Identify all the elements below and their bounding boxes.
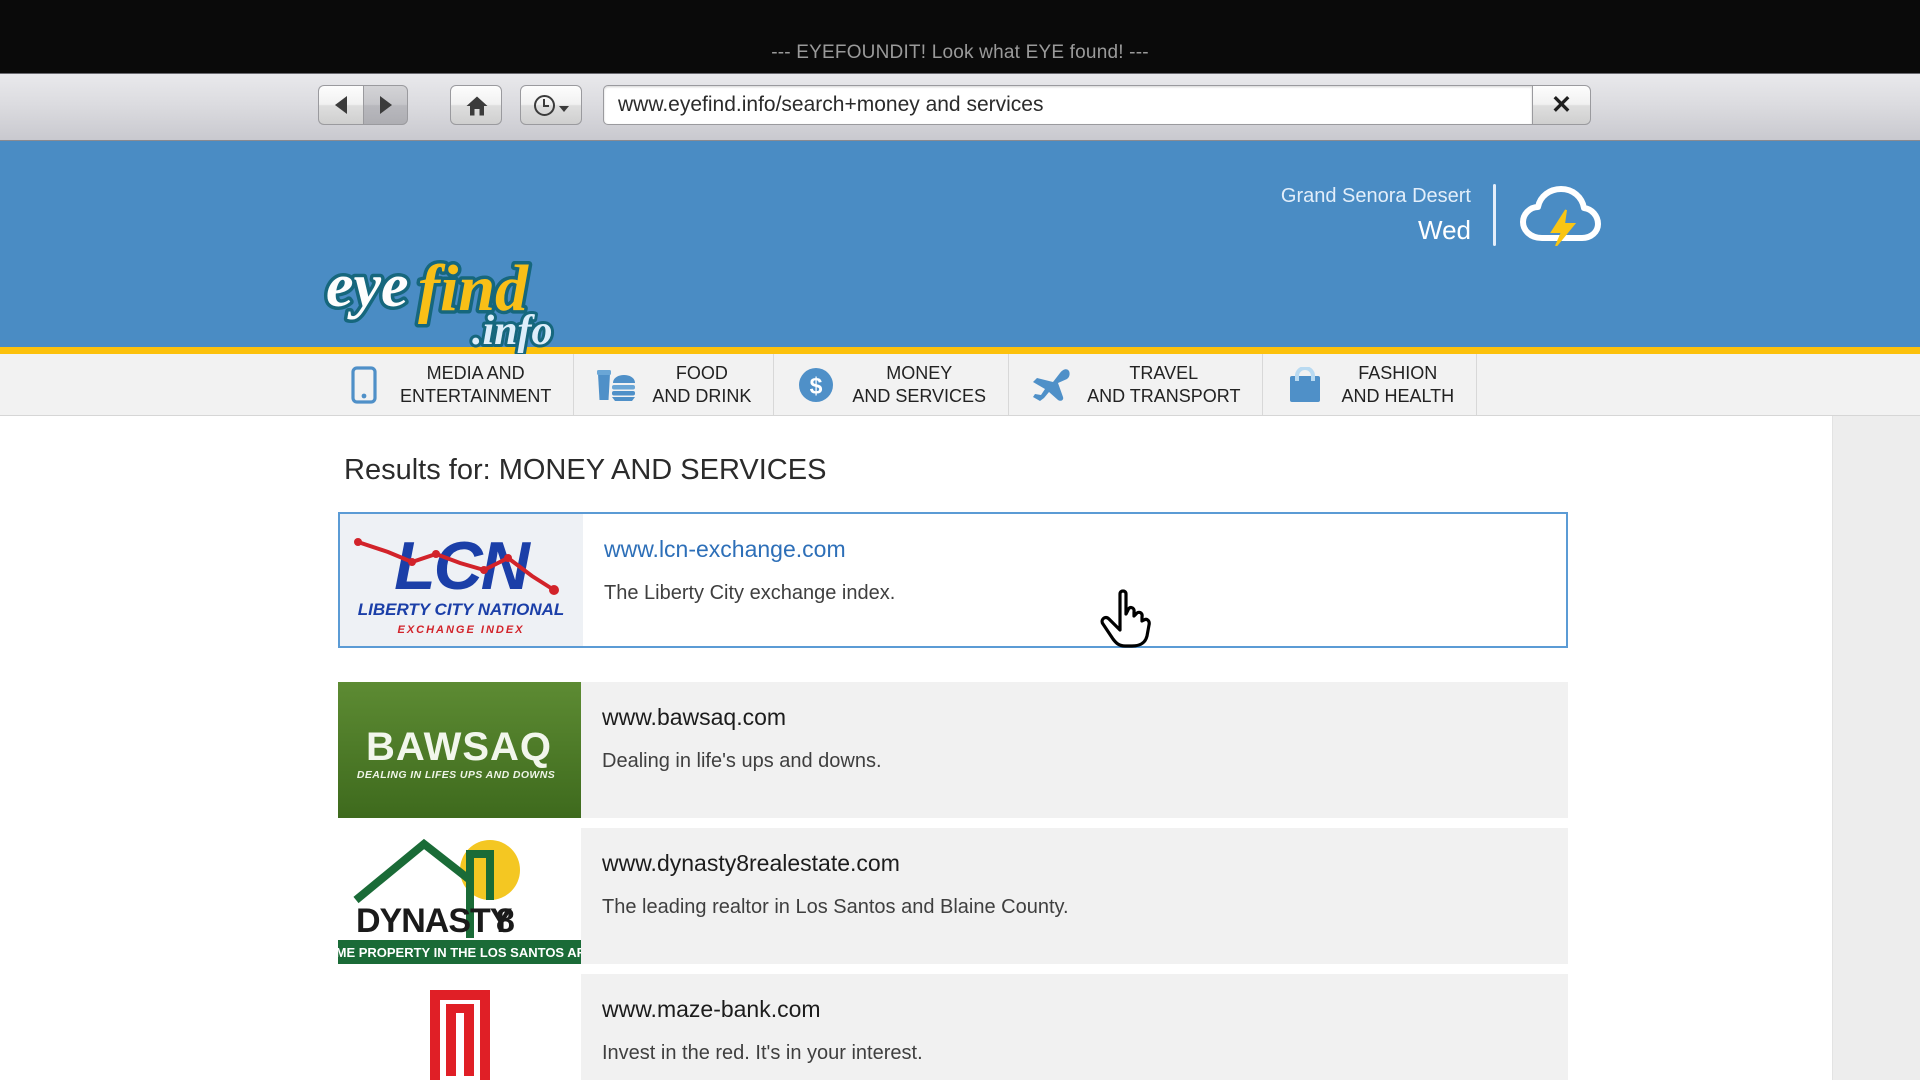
svg-text:LCN: LCN (394, 528, 532, 604)
back-arrow-icon (335, 96, 347, 114)
svg-text:eye: eye (326, 252, 409, 320)
result-url-link[interactable]: www.dynasty8realestate.com (602, 848, 1069, 878)
forward-button[interactable] (363, 85, 408, 125)
dynasty8-logo: DYNASTY 8 PRIME PROPERTY IN THE LOS SANT… (338, 828, 581, 964)
browser-toolbar: ✕ (0, 73, 1920, 141)
result-text: www.maze-bank.com Invest in the red. It'… (581, 974, 923, 1080)
svg-text:BAWSAQ: BAWSAQ (366, 725, 552, 769)
svg-text:LIBERTY CITY NATIONAL: LIBERTY CITY NATIONAL (358, 600, 565, 619)
clock-icon (533, 94, 555, 116)
result-row-lcn[interactable]: LCN LIBERTY CITY NATIONAL EXCHANGE INDEX (338, 512, 1568, 648)
category-label-line1: MEDIA AND (426, 362, 525, 383)
result-url-link[interactable]: www.bawsaq.com (602, 702, 882, 732)
mobile-phone-icon (344, 365, 384, 405)
pointer-hand-cursor (1098, 586, 1154, 648)
url-input[interactable] (604, 93, 1532, 117)
category-label-line2: AND TRANSPORT (1087, 385, 1241, 406)
shopping-bag-icon (1285, 365, 1325, 405)
result-description: Invest in the red. It's in your interest… (602, 1042, 923, 1064)
nav-button-group (318, 85, 408, 125)
close-button[interactable]: ✕ (1533, 85, 1591, 125)
result-row-maze-bank[interactable]: www.maze-bank.com Invest in the red. It'… (338, 974, 1568, 1080)
result-url-link[interactable]: www.maze-bank.com (602, 994, 923, 1024)
svg-text:8: 8 (496, 902, 515, 940)
weather-text: Grand Senora Desert Wed (1281, 183, 1471, 247)
result-description: The leading realtor in Los Santos and Bl… (602, 896, 1069, 918)
category-label-line1: FOOD (675, 362, 728, 383)
category-label-line2: AND SERVICES (852, 385, 987, 406)
result-url-link[interactable]: www.lcn-exchange.com (604, 534, 895, 564)
result-text: www.lcn-exchange.com The Liberty City ex… (583, 514, 895, 646)
svg-text:.info: .info (472, 308, 553, 354)
result-text: www.dynasty8realestate.com The leading r… (581, 828, 1069, 964)
weather-divider (1493, 184, 1496, 246)
right-gutter (1832, 416, 1920, 1080)
svg-text:$: $ (810, 373, 823, 399)
eyefind-logo[interactable]: eye eye find find .info .info (322, 244, 597, 355)
airplane-icon (1031, 365, 1071, 405)
forward-arrow-icon (379, 96, 392, 114)
category-food-and-drink[interactable]: FOOD AND DRINK (574, 354, 775, 415)
weather-widget: Grand Senora Desert Wed (1281, 183, 1602, 247)
result-row-dynasty8[interactable]: DYNASTY 8 PRIME PROPERTY IN THE LOS SANT… (338, 828, 1568, 964)
result-description: The Liberty City exchange index. (604, 582, 896, 604)
category-label-line1: MONEY (886, 362, 953, 383)
address-bar[interactable] (603, 85, 1533, 125)
back-button[interactable] (318, 85, 363, 125)
category-label-line2: AND DRINK (652, 385, 752, 406)
weather-day: Wed (1418, 215, 1471, 245)
result-row-bawsaq[interactable]: BAWSAQ DEALING IN LIFES UPS AND DOWNS ww… (338, 682, 1568, 818)
lcn-logo: LCN LIBERTY CITY NATIONAL EXCHANGE INDEX (340, 514, 583, 646)
home-icon (465, 94, 488, 116)
screen-root: --- EYEFOUNDIT! Look what EYE found! ---… (0, 0, 1920, 1080)
category-label-line1: FASHION (1358, 362, 1438, 383)
svg-text:DEALING IN LIFES UPS AND DOWNS: DEALING IN LIFES UPS AND DOWNS (357, 769, 555, 781)
category-travel-and-transport[interactable]: TRAVEL AND TRANSPORT (1009, 354, 1264, 415)
game-caption-text: --- EYEFOUNDIT! Look what EYE found! --- (771, 42, 1149, 63)
burger-drink-icon (596, 365, 636, 405)
nav-left-spacer (0, 354, 322, 415)
category-label-line2: AND HEALTH (1341, 385, 1455, 406)
chevron-down-icon (558, 106, 569, 112)
results-area: Results for: MONEY AND SERVICES LCN LIBE… (0, 416, 1920, 1080)
maze-bank-logo (338, 974, 581, 1080)
result-description: Dealing in life's ups and downs. (602, 750, 882, 772)
svg-text:DYNASTY: DYNASTY (356, 902, 513, 940)
history-button[interactable] (520, 85, 582, 125)
category-fashion-and-health[interactable]: FASHION AND HEALTH (1263, 354, 1478, 415)
svg-text:EXCHANGE INDEX: EXCHANGE INDEX (397, 624, 524, 636)
results-heading: Results for: MONEY AND SERVICES (344, 454, 827, 486)
game-overlay-bar: --- EYEFOUNDIT! Look what EYE found! --- (0, 0, 1920, 73)
bawsaq-logo: BAWSAQ DEALING IN LIFES UPS AND DOWNS (338, 682, 581, 818)
category-media-and-entertainment[interactable]: MEDIA AND ENTERTAINMENT (322, 354, 575, 415)
dollar-coin-icon: $ (796, 365, 836, 405)
category-money-and-services[interactable]: $ MONEY AND SERVICES (774, 354, 1010, 415)
category-nav: MEDIA AND ENTERTAINMENT FOOD AND DRINK $… (0, 354, 1920, 416)
category-label-line2: ENTERTAINMENT (400, 385, 552, 406)
home-button[interactable] (450, 85, 502, 125)
svg-text:PRIME PROPERTY IN THE LOS SANT: PRIME PROPERTY IN THE LOS SANTOS AREA (338, 945, 581, 960)
result-text: www.bawsaq.com Dealing in life's ups and… (581, 682, 882, 818)
page-viewport: eye eye find find .info .info Grand Seno… (0, 141, 1920, 1080)
category-label-line1: TRAVEL (1129, 362, 1199, 383)
cloud-lightning-icon (1518, 184, 1602, 247)
site-header: eye eye find find .info .info Grand Seno… (0, 141, 1920, 485)
weather-location: Grand Senora Desert (1280, 185, 1471, 207)
